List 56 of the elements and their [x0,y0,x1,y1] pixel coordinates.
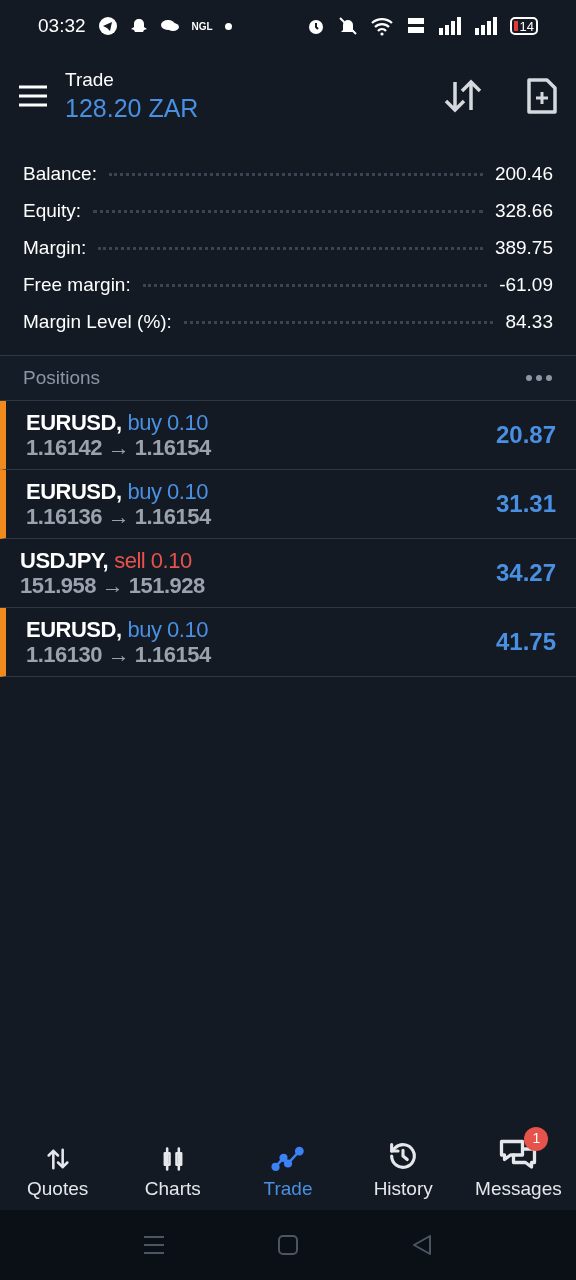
summary-label: Margin Level (%): [23,310,172,335]
symbol-name: EURUSD, [26,479,122,504]
sort-icon[interactable] [443,78,483,114]
nav-tab[interactable]: Trade [230,1122,346,1204]
price-range: 1.16136 → 1.16154 [26,504,211,529]
wifi-icon [369,16,394,36]
summary-value: 328.66 [494,199,553,224]
symbol-name: USDJPY, [20,548,109,573]
position-row[interactable]: EURUSD, buy 0.10 1.16142 → 1.16154 20.87 [0,401,576,470]
summary-label: Balance: [23,162,97,187]
profit-value: 20.87 [495,420,556,450]
profit-value: 31.31 [495,489,556,519]
order-type: buy 0.10 [127,479,208,504]
notification-badge: 1 [524,1126,549,1151]
position-row[interactable]: EURUSD, buy 0.10 1.16136 → 1.16154 31.31 [0,470,576,539]
summary-value: -61.09 [499,273,553,298]
battery-indicator: 14 [509,17,538,35]
price-range: 1.16130 → 1.16154 [26,642,211,667]
price-range: 1.16142 → 1.16154 [26,435,211,460]
account-balance: 128.20 ZAR [65,93,199,124]
status-time: 03:32 [38,13,86,38]
order-type: buy 0.10 [127,410,208,435]
app-label: NGL [191,19,213,34]
signal-icon [437,17,462,35]
chat-bubbles-icon [159,18,180,34]
summary-value: 389.75 [494,236,553,261]
more-icon[interactable] [525,374,553,382]
ghost-icon [129,17,148,35]
order-type: buy 0.10 [127,617,208,642]
summary-value: 84.33 [505,310,553,335]
new-document-icon[interactable] [526,77,558,115]
home-icon[interactable] [277,1234,299,1256]
summary-label: Equity: [23,199,82,224]
back-icon[interactable] [411,1234,433,1256]
profit-value: 41.75 [495,627,556,657]
order-type: sell 0.10 [114,548,192,573]
dot-icon [224,22,232,30]
nav-tab[interactable]: Quotes [0,1122,116,1204]
position-row[interactable]: EURUSD, buy 0.10 1.16130 → 1.16154 41.75 [0,608,576,677]
profit-value: 34.27 [495,558,556,588]
nav-tab[interactable]: Charts [115,1122,231,1204]
signal-icon [473,17,498,35]
symbol-name: EURUSD, [26,617,122,642]
summary-value: 200.46 [494,162,553,187]
line-chart-icon [271,1144,305,1173]
page-title: Trade [65,68,115,92]
position-row[interactable]: USDJPY, sell 0.10 151.958 → 151.928 34.27 [0,539,576,608]
nav-tab[interactable]: 1 Messages [460,1122,576,1204]
symbol-name: EURUSD, [26,410,122,435]
price-range: 151.958 → 151.928 [20,573,205,598]
nav-tab[interactable]: History [345,1122,461,1204]
section-title: Positions [23,365,101,390]
bell-muted-icon [337,16,358,36]
summary-label: Free margin: [23,273,131,298]
telegram-icon [97,16,118,36]
summary-label: Margin: [23,236,87,261]
